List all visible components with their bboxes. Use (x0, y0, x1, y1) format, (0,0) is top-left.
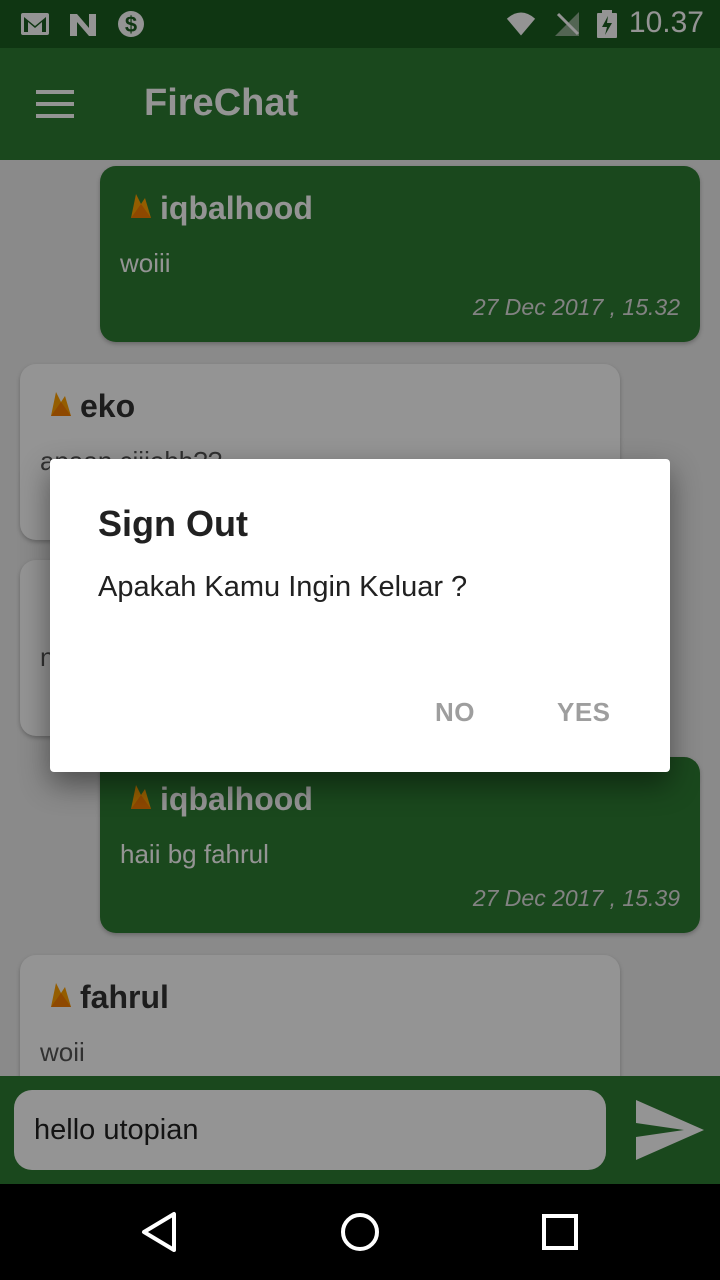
home-icon[interactable] (334, 1206, 386, 1258)
no-button[interactable]: NO (435, 697, 475, 728)
sign-out-dialog: Sign Out Apakah Kamu Ingin Keluar ? NO Y… (50, 459, 670, 772)
yes-button[interactable]: YES (557, 697, 611, 728)
recents-icon[interactable] (534, 1206, 586, 1258)
dialog-message: Apakah Kamu Ingin Keluar ? (98, 571, 468, 603)
dialog-title: Sign Out (98, 503, 248, 544)
back-icon[interactable] (134, 1206, 186, 1258)
navigation-bar (0, 1184, 720, 1280)
